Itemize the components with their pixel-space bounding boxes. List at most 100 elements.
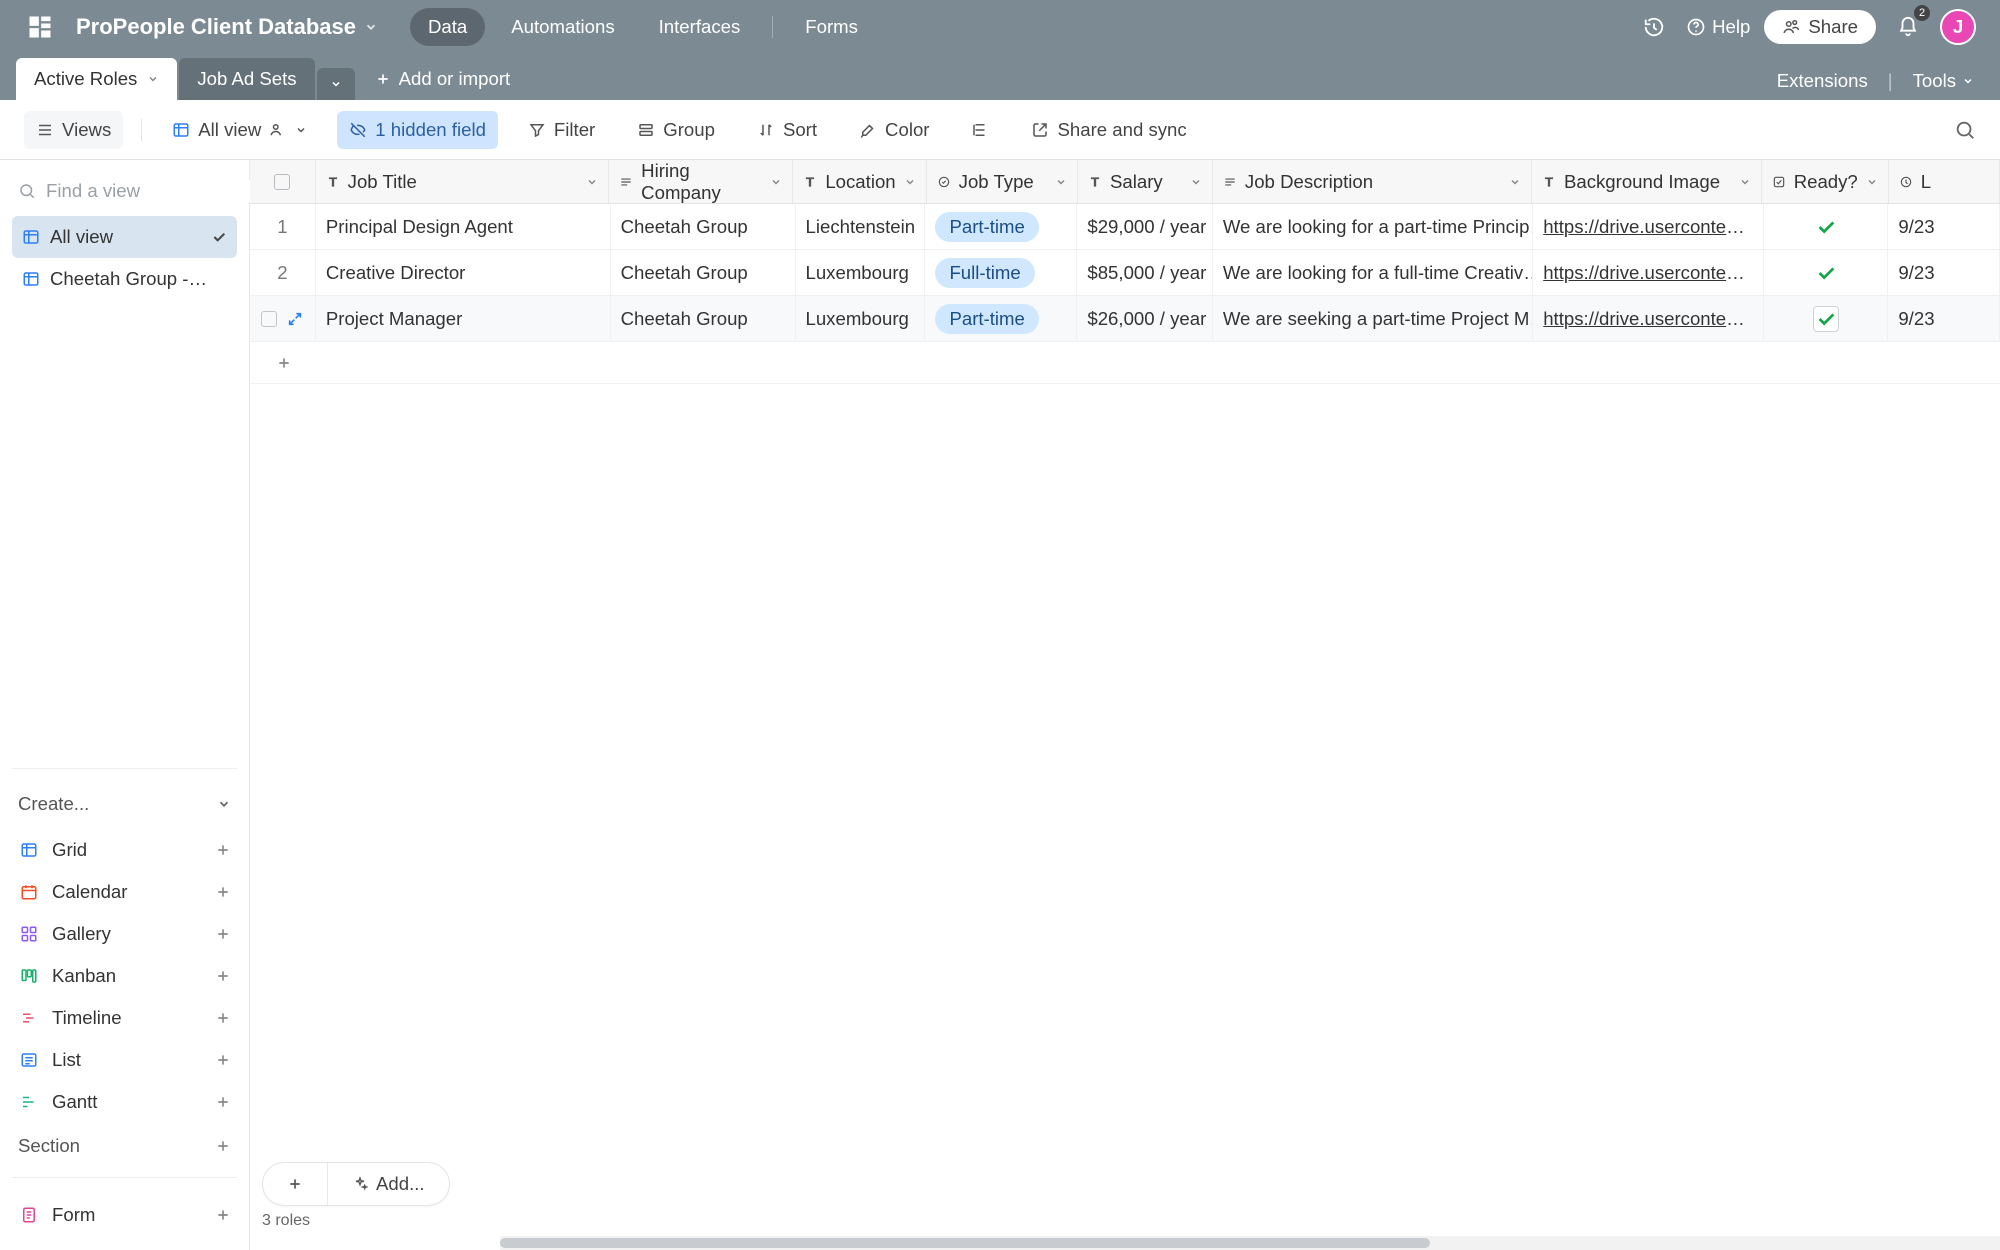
cell-salary[interactable]: $85,000 / year: [1077, 250, 1212, 295]
cell-location[interactable]: Luxembourg: [796, 296, 926, 341]
cell-last[interactable]: 9/23: [1888, 296, 2000, 341]
row-number-cell[interactable]: 1: [250, 204, 316, 249]
cell-ready[interactable]: [1764, 250, 1888, 295]
create-calendar[interactable]: Calendar: [12, 871, 237, 913]
extensions-button[interactable]: Extensions: [1777, 70, 1868, 92]
row-number-cell[interactable]: [250, 296, 316, 341]
views-button[interactable]: Views: [24, 111, 123, 149]
plus-icon: [215, 1010, 231, 1026]
table-row[interactable]: 1Principal Design AgentCheetah GroupLiec…: [250, 204, 2000, 250]
ready-check-icon: [1815, 216, 1837, 238]
create-gantt-label: Gantt: [52, 1091, 97, 1113]
cell-job-title[interactable]: Project Manager: [316, 296, 611, 341]
create-grid[interactable]: Grid: [12, 829, 237, 871]
nav-forms[interactable]: Forms: [787, 8, 876, 46]
col-salary[interactable]: Salary: [1078, 160, 1213, 203]
horizontal-scrollbar[interactable]: [250, 1236, 2000, 1250]
filter-label: Filter: [554, 119, 595, 141]
col-last[interactable]: L: [1889, 160, 2000, 203]
tools-button[interactable]: Tools: [1913, 70, 1974, 92]
col-hiring-company[interactable]: Hiring Company: [609, 160, 793, 203]
cell-job-title[interactable]: Creative Director: [316, 250, 611, 295]
expand-record-icon[interactable]: [287, 311, 303, 327]
sidebar-view-all[interactable]: All view: [12, 216, 237, 258]
bg-link[interactable]: https://drive.usercontent.…: [1543, 216, 1753, 238]
cell-hiring-company[interactable]: Cheetah Group: [611, 204, 796, 249]
plus-icon: [215, 926, 231, 942]
filter-button[interactable]: Filter: [516, 111, 607, 149]
table-row[interactable]: Project ManagerCheetah GroupLuxembourg Pa…: [250, 296, 2000, 342]
create-kanban[interactable]: Kanban: [12, 955, 237, 997]
tab-job-ad-sets[interactable]: Job Ad Sets: [179, 58, 314, 100]
cell-job-type[interactable]: Full-time: [925, 250, 1077, 295]
sort-button[interactable]: Sort: [745, 111, 829, 149]
bg-link[interactable]: https://drive.usercontent.…: [1543, 262, 1753, 284]
add-menu-button[interactable]: Add...: [328, 1163, 449, 1205]
bg-link[interactable]: https://drive.usercontent.…: [1543, 308, 1753, 330]
nav-interfaces[interactable]: Interfaces: [641, 8, 759, 46]
row-height-button[interactable]: [959, 113, 1001, 147]
cell-background-image[interactable]: https://drive.usercontent.…: [1533, 250, 1764, 295]
create-gallery[interactable]: Gallery: [12, 913, 237, 955]
add-row-button[interactable]: [250, 342, 2000, 384]
create-list[interactable]: List: [12, 1039, 237, 1081]
create-section-row[interactable]: Section: [12, 1123, 237, 1169]
col-job-title[interactable]: Job Title: [316, 160, 610, 203]
cell-background-image[interactable]: https://drive.usercontent.…: [1533, 296, 1764, 341]
avatar[interactable]: J: [1940, 9, 1976, 45]
cell-ready[interactable]: [1764, 204, 1888, 249]
cell-ready[interactable]: [1764, 296, 1888, 341]
cell-hiring-company[interactable]: Cheetah Group: [611, 296, 796, 341]
search-button[interactable]: [1954, 119, 1976, 141]
workspace-title[interactable]: ProPeople Client Database: [76, 14, 378, 40]
row-checkbox[interactable]: [261, 311, 277, 327]
share-button[interactable]: Share: [1764, 10, 1876, 44]
cell-location[interactable]: Luxembourg: [796, 250, 926, 295]
cell-salary[interactable]: $29,000 / year: [1077, 204, 1212, 249]
col-job-type[interactable]: Job Type: [927, 160, 1078, 203]
create-form[interactable]: Form: [12, 1194, 237, 1236]
add-record-button[interactable]: [263, 1163, 328, 1205]
help-button[interactable]: Help: [1686, 16, 1750, 38]
col-location[interactable]: Location: [793, 160, 926, 203]
add-or-import-button[interactable]: Add or import: [357, 58, 529, 100]
sidebar-view-cheetah[interactable]: Cheetah Group -…: [12, 258, 237, 300]
create-gantt[interactable]: Gantt: [12, 1081, 237, 1123]
hidden-field-button[interactable]: 1 hidden field: [337, 111, 498, 149]
cell-background-image[interactable]: https://drive.usercontent.…: [1533, 204, 1764, 249]
check-icon: [211, 229, 227, 245]
cell-job-description[interactable]: We are looking for a part-time Princip…: [1213, 204, 1533, 249]
nav-automations[interactable]: Automations: [493, 8, 632, 46]
nav-data[interactable]: Data: [410, 8, 485, 46]
share-sync-button[interactable]: Share and sync: [1019, 111, 1198, 149]
tab-active-roles[interactable]: Active Roles: [16, 58, 177, 100]
cell-job-type[interactable]: Part-time: [925, 296, 1077, 341]
cell-job-description[interactable]: We are seeking a part-time Project M…: [1213, 296, 1533, 341]
cell-job-type[interactable]: Part-time: [925, 204, 1077, 249]
create-timeline[interactable]: Timeline: [12, 997, 237, 1039]
cell-last[interactable]: 9/23: [1888, 204, 2000, 249]
create-header[interactable]: Create...: [12, 787, 237, 829]
cell-job-description[interactable]: We are looking for a full-time Creativ…: [1213, 250, 1533, 295]
group-button[interactable]: Group: [625, 111, 727, 149]
tab-dropdown-button[interactable]: [317, 68, 355, 100]
col-background-image[interactable]: Background Image: [1532, 160, 1762, 203]
cell-salary[interactable]: $26,000 / year: [1077, 296, 1212, 341]
col-job-description[interactable]: Job Description: [1213, 160, 1532, 203]
color-button[interactable]: Color: [847, 111, 941, 149]
job-type-pill: Part-time: [935, 304, 1038, 334]
row-number-cell[interactable]: 2: [250, 250, 316, 295]
history-icon[interactable]: [1636, 9, 1672, 45]
notifications-button[interactable]: 2: [1890, 9, 1926, 45]
cell-job-title[interactable]: Principal Design Agent: [316, 204, 611, 249]
ready-checkbox[interactable]: [1813, 306, 1839, 332]
select-all-checkbox[interactable]: [250, 160, 316, 203]
cell-hiring-company[interactable]: Cheetah Group: [611, 250, 796, 295]
view-name-button[interactable]: All view: [160, 111, 319, 149]
cell-last[interactable]: 9/23: [1888, 250, 2000, 295]
table-row[interactable]: 2Creative DirectorCheetah GroupLuxembour…: [250, 250, 2000, 296]
col-ready[interactable]: Ready?: [1762, 160, 1889, 203]
app-logo-icon[interactable]: [24, 11, 56, 43]
search-icon: [18, 182, 36, 200]
cell-location[interactable]: Liechtenstein: [796, 204, 926, 249]
